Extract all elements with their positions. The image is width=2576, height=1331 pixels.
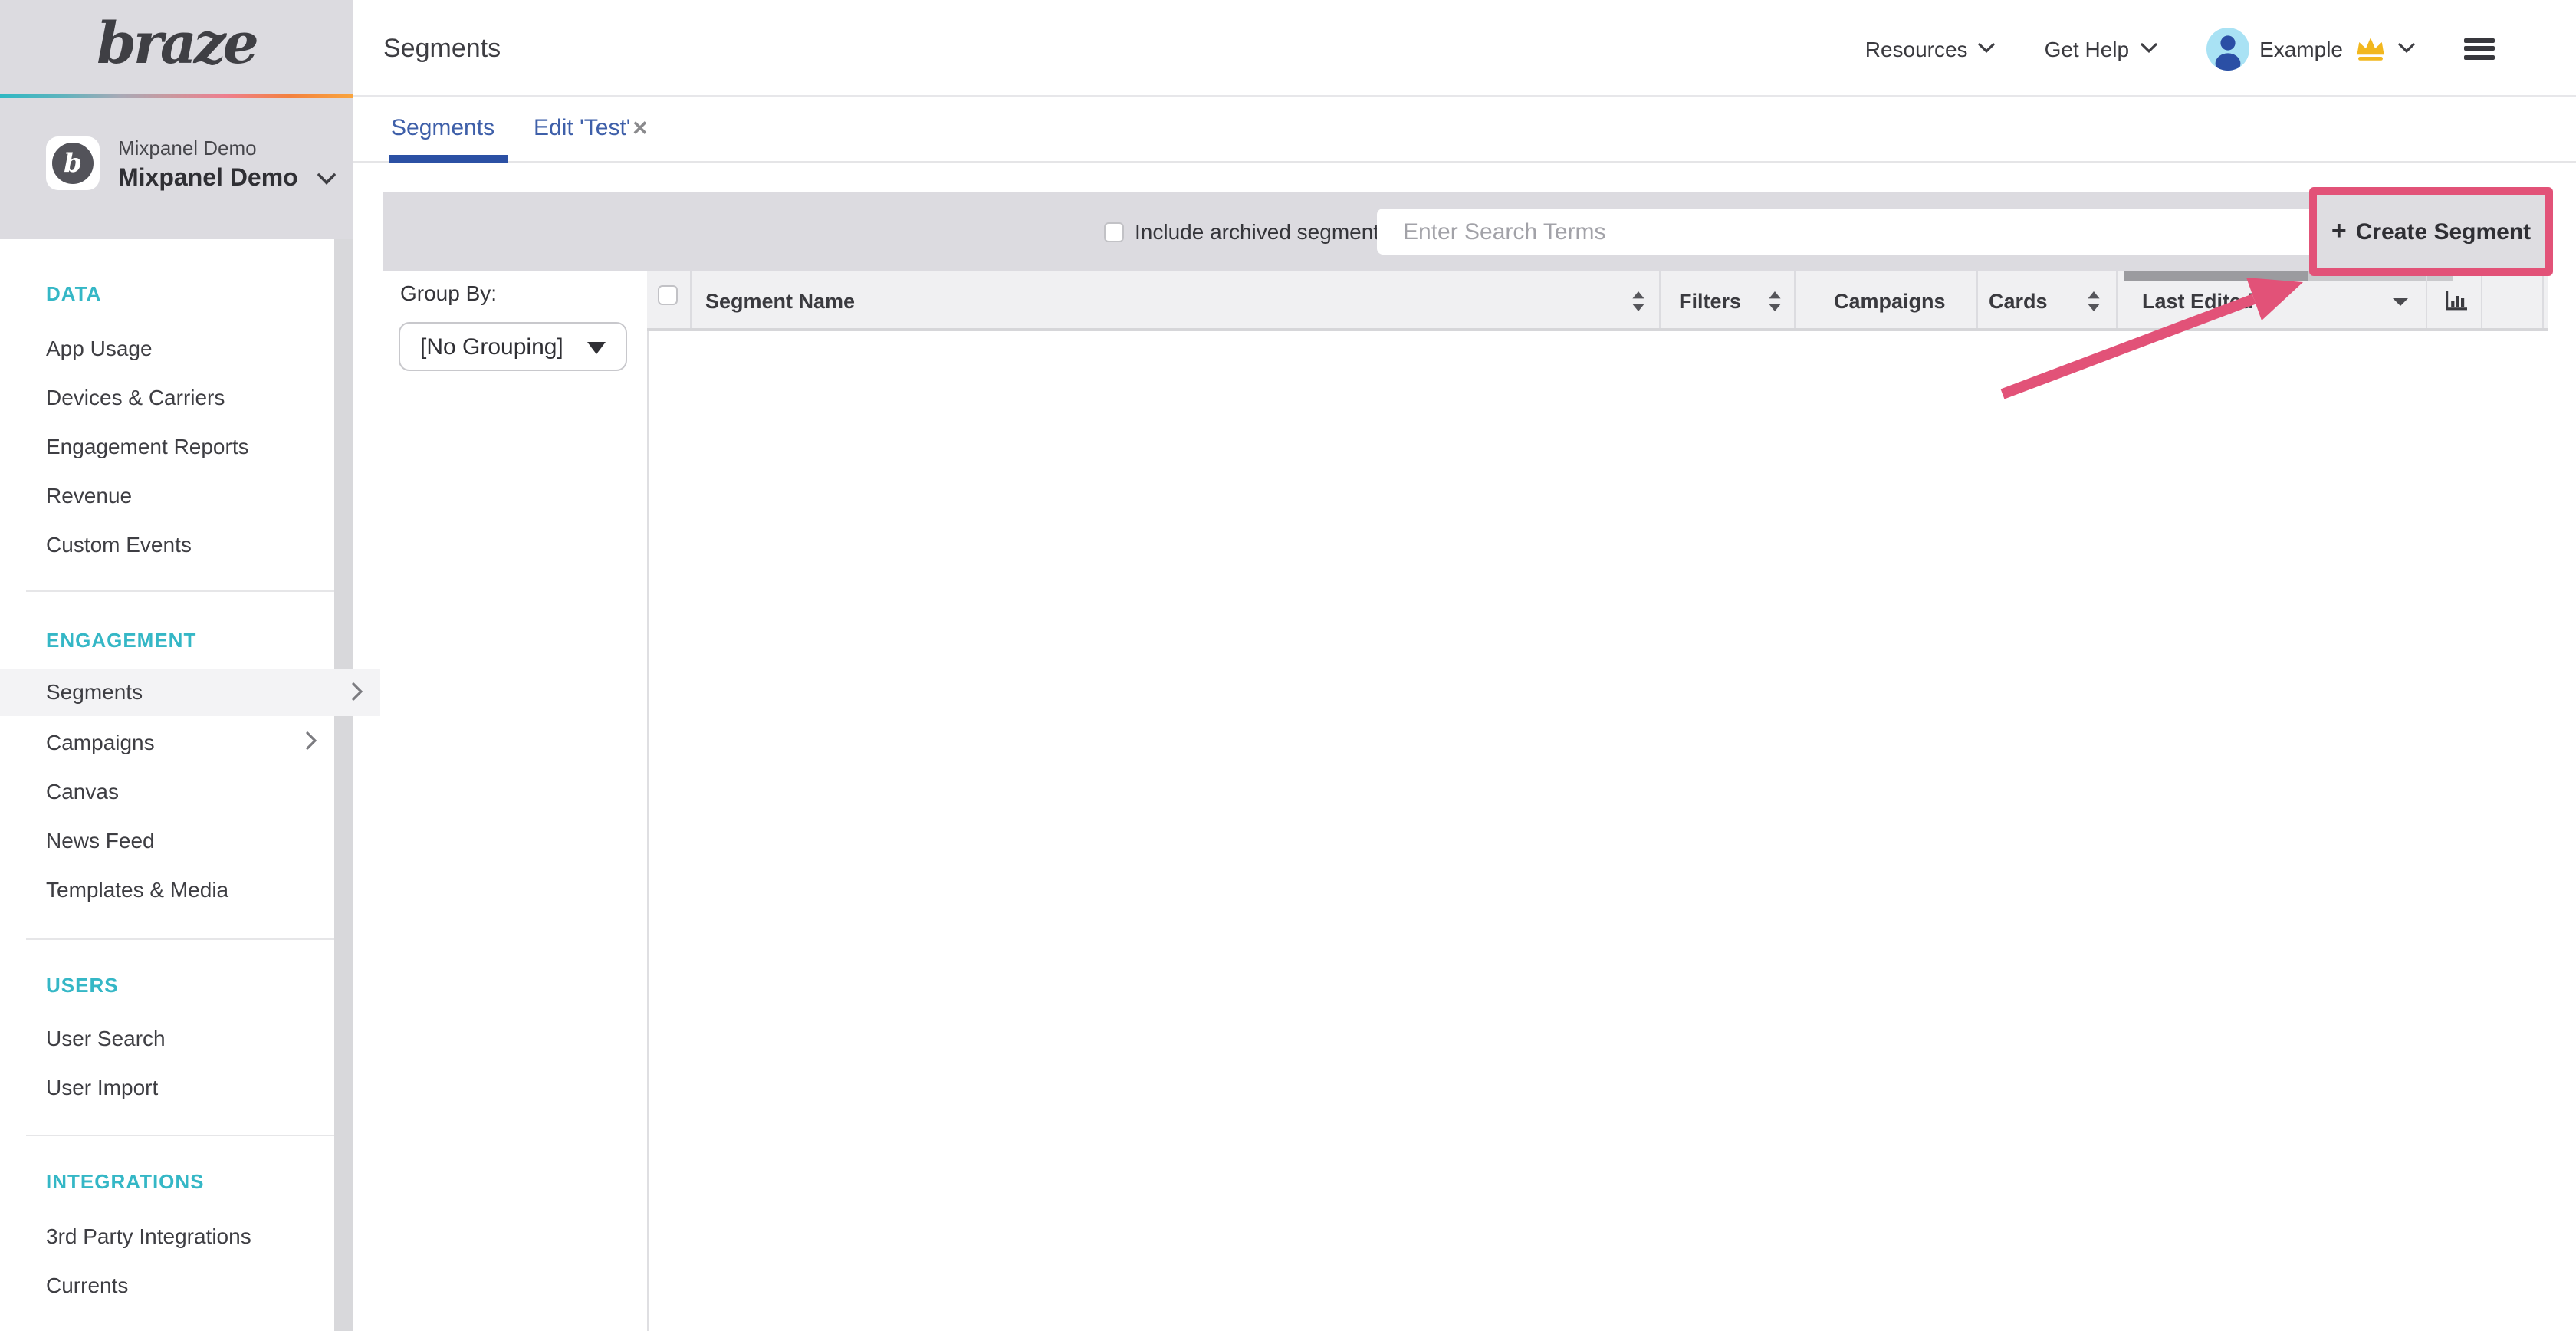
hamburger-menu-icon[interactable] xyxy=(2464,38,2495,59)
brand-gradient-divider xyxy=(0,94,353,98)
sidebar-item-3rd-party-integrations[interactable]: 3rd Party Integrations xyxy=(46,1221,251,1251)
sidebar-item-app-usage[interactable]: App Usage xyxy=(46,333,153,363)
section-heading-data: DATA xyxy=(46,282,101,307)
workspace-selector[interactable]: Mixpanel Demo xyxy=(118,166,336,193)
include-archived-label: Include archived segments xyxy=(1135,219,1390,244)
select-caret-icon xyxy=(587,342,606,354)
column-filters[interactable]: Filters xyxy=(1679,290,1741,313)
sort-icon[interactable] xyxy=(1631,291,1645,311)
plus-icon: + xyxy=(2331,216,2347,247)
page-title: Segments xyxy=(383,34,501,64)
chevron-right-icon xyxy=(351,682,363,701)
segments-table-header: Segment Name Filters Campaigns Cards Las… xyxy=(647,271,2548,331)
chevron-down-icon xyxy=(2398,43,2415,54)
resources-menu[interactable]: Resources xyxy=(1865,36,1996,61)
column-campaigns[interactable]: Campaigns xyxy=(1834,290,1946,313)
column-segment-name[interactable]: Segment Name xyxy=(705,290,855,313)
get-help-menu[interactable]: Get Help xyxy=(2045,36,2157,61)
active-tab-underline xyxy=(389,155,508,163)
bar-chart-icon[interactable] xyxy=(2444,288,2469,313)
sidebar-divider xyxy=(26,938,334,940)
top-header: Segments Resources Get Help xyxy=(353,0,2576,97)
segments-toolbar: Include archived segments + Create Segme… xyxy=(383,192,2548,271)
tab-bar: Segments Edit 'Test' ✕ xyxy=(353,97,2576,163)
section-heading-integrations: INTEGRATIONS xyxy=(46,1170,205,1195)
sidebar-item-news-feed[interactable]: News Feed xyxy=(46,825,155,856)
tab-segments[interactable]: Segments xyxy=(391,115,495,141)
sidebar: braze b Mixpanel Demo Mixpanel Demo DATA… xyxy=(0,0,353,1331)
braze-b-icon: b xyxy=(52,143,94,184)
workspace-badge: b xyxy=(46,136,100,190)
workspace-header: braze b Mixpanel Demo Mixpanel Demo xyxy=(0,0,353,239)
chevron-down-icon xyxy=(317,173,336,186)
close-tab-icon[interactable]: ✕ xyxy=(632,117,649,141)
select-all-checkbox[interactable] xyxy=(658,285,678,305)
column-cards[interactable]: Cards xyxy=(1989,290,2048,313)
section-heading-users: USERS xyxy=(46,974,119,998)
chevron-down-icon xyxy=(1979,43,1996,54)
avatar xyxy=(2206,27,2249,70)
sidebar-item-canvas[interactable]: Canvas xyxy=(46,776,119,807)
sidebar-item-segments[interactable]: Segments xyxy=(0,669,380,716)
header-controls: Resources Get Help Example xyxy=(1865,0,2495,97)
chevron-down-icon xyxy=(2140,43,2157,54)
sidebar-item-currents[interactable]: Currents xyxy=(46,1270,128,1300)
sidebar-divider xyxy=(26,590,334,592)
sidebar-item-templates-media[interactable]: Templates & Media xyxy=(46,874,228,905)
crown-icon xyxy=(2354,35,2387,61)
group-by-select[interactable]: [No Grouping] xyxy=(399,322,627,371)
sidebar-item-devices-carriers[interactable]: Devices & Carriers xyxy=(46,382,225,412)
create-segment-button[interactable]: + Create Segment xyxy=(2322,215,2540,248)
sidebar-item-campaigns[interactable]: Campaigns xyxy=(46,727,334,758)
sidebar-scrollbar[interactable] xyxy=(334,239,353,1331)
horizontal-scrollbar-thumb[interactable] xyxy=(2124,271,2308,281)
create-segment-highlight-box: + Create Segment xyxy=(2309,187,2553,276)
workspace-app-name: Mixpanel Demo xyxy=(118,136,257,159)
column-last-edited[interactable]: Last Edited xyxy=(2142,290,2254,313)
panel-divider xyxy=(647,271,649,1331)
account-menu[interactable]: Example xyxy=(2206,27,2415,70)
group-by-label: Group By: xyxy=(400,281,497,305)
sidebar-item-user-import[interactable]: User Import xyxy=(46,1072,158,1103)
sidebar-item-custom-events[interactable]: Custom Events xyxy=(46,529,192,560)
braze-dashboard: braze b Mixpanel Demo Mixpanel Demo DATA… xyxy=(0,0,2576,1331)
chevron-right-icon xyxy=(305,731,317,750)
sidebar-item-user-search[interactable]: User Search xyxy=(46,1023,166,1053)
tab-edit-test[interactable]: Edit 'Test' xyxy=(534,115,631,141)
section-heading-engagement: ENGAGEMENT xyxy=(46,629,196,653)
braze-logo: braze xyxy=(0,9,353,77)
include-archived-checkbox[interactable] xyxy=(1104,222,1124,242)
sidebar-item-revenue[interactable]: Revenue xyxy=(46,480,132,511)
last-edited-dropdown-caret-icon[interactable] xyxy=(2392,297,2409,307)
sort-icon[interactable] xyxy=(1768,291,1782,311)
sidebar-item-engagement-reports[interactable]: Engagement Reports xyxy=(46,431,249,462)
sort-icon[interactable] xyxy=(2087,291,2101,311)
sidebar-divider xyxy=(26,1135,334,1136)
